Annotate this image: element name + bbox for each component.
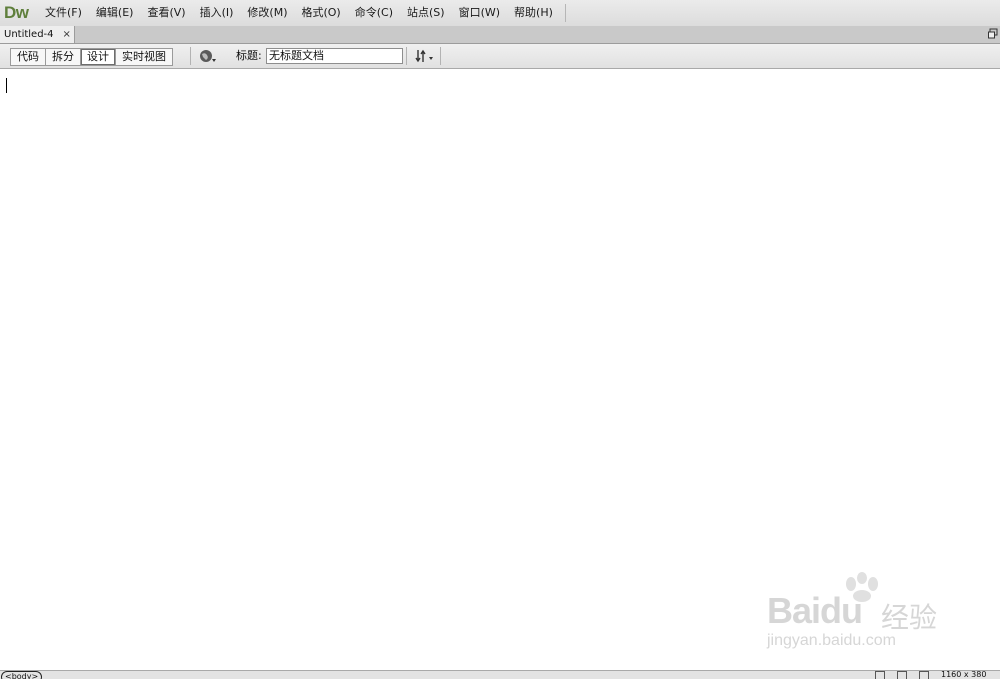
toolbar-divider: [406, 47, 407, 65]
code-view-button[interactable]: 代码: [11, 49, 46, 65]
toolbar-divider: [190, 47, 191, 65]
menu-edit[interactable]: 编辑(E): [89, 0, 141, 26]
menu-commands[interactable]: 命令(C): [348, 0, 400, 26]
document-toolbar: 代码 拆分 设计 实时视图 标题:: [0, 44, 1000, 69]
app-logo: Dw: [4, 3, 29, 22]
watermark-url: jingyan.baidu.com: [767, 632, 896, 649]
menu-insert[interactable]: 插入(I): [193, 0, 241, 26]
text-cursor: [6, 78, 7, 93]
toolbar-divider: [440, 47, 441, 65]
menu-divider: [564, 4, 566, 22]
document-tab-label: Untitled-4: [4, 29, 54, 40]
watermark-cn: 经验: [881, 601, 938, 634]
baidu-watermark: Baidu 经验 jingyan.baidu.com: [763, 572, 953, 662]
menu-site[interactable]: 站点(S): [400, 0, 452, 26]
title-input[interactable]: [266, 48, 403, 64]
watermark-brand: Baidu: [767, 590, 863, 631]
globe-icon[interactable]: [199, 49, 216, 63]
menu-view[interactable]: 查看(V): [140, 0, 192, 26]
view-switcher: 代码 拆分 设计 实时视图: [10, 48, 173, 66]
live-view-button[interactable]: 实时视图: [116, 49, 172, 65]
menu-file[interactable]: 文件(F): [38, 0, 89, 26]
file-transfer-icon[interactable]: [415, 48, 435, 64]
close-icon[interactable]: ×: [63, 29, 71, 40]
menu-format[interactable]: 格式(O): [294, 0, 347, 26]
menu-window[interactable]: 窗口(W): [452, 0, 507, 26]
menu-help[interactable]: 帮助(H): [507, 0, 560, 26]
menu-bar: Dw 文件(F) 编辑(E) 查看(V) 插入(I) 修改(M) 格式(O) 命…: [0, 0, 1000, 27]
split-view-button[interactable]: 拆分: [46, 49, 81, 65]
design-view-button[interactable]: 设计: [81, 49, 116, 65]
document-tab-bar: Untitled-4 ×: [0, 26, 1000, 44]
menu-modify[interactable]: 修改(M): [240, 0, 294, 26]
restore-icon[interactable]: [988, 28, 998, 39]
document-tab[interactable]: Untitled-4 ×: [0, 26, 75, 43]
title-label: 标题:: [236, 49, 262, 62]
